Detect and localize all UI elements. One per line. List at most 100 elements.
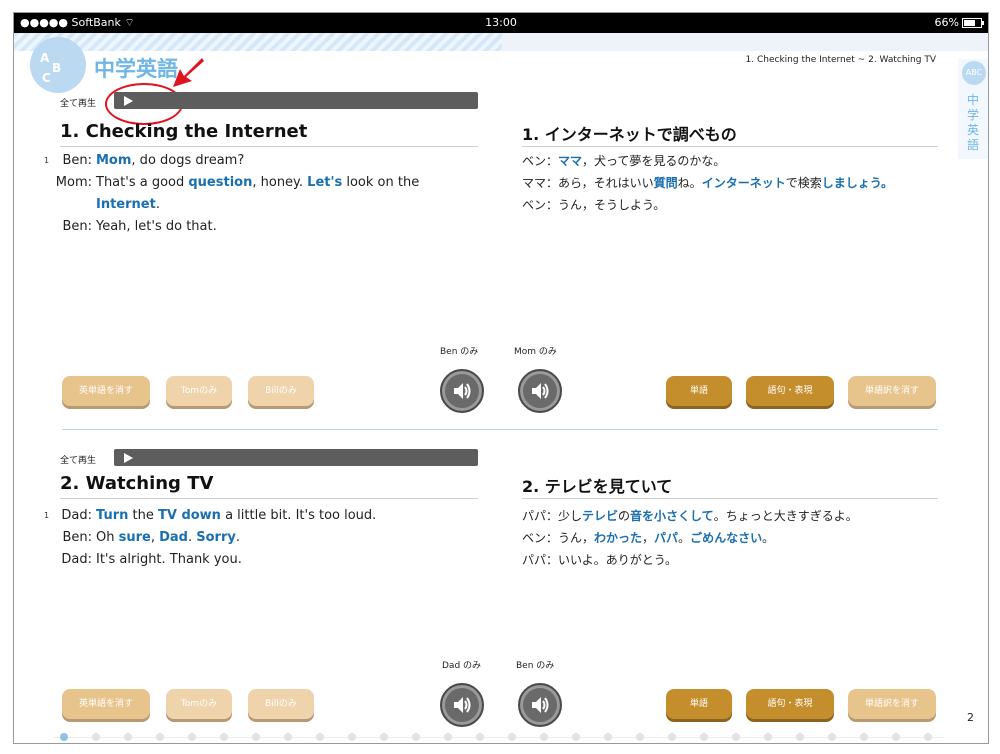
header-stripe: [14, 33, 502, 51]
bill-only-button[interactable]: Billのみ: [248, 689, 314, 719]
section-title-en-1: 1. Checking the Internet: [60, 121, 308, 142]
phrases-button[interactable]: 語句・表現: [746, 689, 834, 719]
text-run: ベン：うん，そうしよう。: [522, 198, 666, 212]
page-thumb[interactable]: [252, 733, 260, 741]
dialogue-en-1: Ben: Mom, do dogs dream? Mom: That's a good…: [48, 150, 478, 240]
tom-only-button[interactable]: Tomのみ: [166, 376, 232, 406]
hide-english-words-button[interactable]: 英単語を消す: [62, 689, 150, 719]
page-thumb[interactable]: [860, 733, 868, 741]
text-run: That's a good: [96, 175, 189, 190]
section-title-jp-1: 1. インターネットで調べもの: [522, 125, 737, 144]
play-all-bar-2[interactable]: [114, 449, 478, 466]
page-thumb[interactable]: [892, 733, 900, 741]
bill-only-button[interactable]: Billのみ: [248, 376, 314, 406]
text-run: .: [187, 530, 197, 545]
page-thumb[interactable]: [476, 733, 484, 741]
translation-line: パパ：少しテレビの音を小さくして。ちょっと大きすぎるよ。: [522, 505, 952, 527]
logo-letter-b: B: [52, 61, 62, 75]
hide-english-words-button[interactable]: 英単語を消す: [62, 376, 150, 406]
highlighted-term[interactable]: Mom: [96, 153, 131, 168]
highlighted-term[interactable]: ごめんなさい: [690, 531, 762, 545]
speaker-name: Ben:: [62, 219, 92, 234]
page-thumb[interactable]: [188, 733, 196, 741]
highlighted-term[interactable]: Internet: [96, 197, 156, 212]
page-thumb[interactable]: [380, 733, 388, 741]
dialogue-jp-2: パパ：少しテレビの音を小さくして。ちょっと大きすぎるよ。 ベン：うん，わかった，パ…: [522, 505, 952, 571]
page-thumb[interactable]: [156, 733, 164, 741]
highlighted-term[interactable]: sure: [119, 530, 151, 545]
page-thumb[interactable]: [604, 733, 612, 741]
page-thumb[interactable]: [796, 733, 804, 741]
speaker-button-2a[interactable]: [440, 683, 484, 727]
speaker-icon: [454, 697, 471, 713]
page-thumb[interactable]: [636, 733, 644, 741]
play-all-bar-1[interactable]: [114, 92, 478, 109]
text-run: 。: [678, 531, 691, 545]
highlighted-term[interactable]: 質問: [654, 176, 678, 190]
page-thumb[interactable]: [668, 733, 676, 741]
section-divider: [62, 429, 938, 430]
logo-letter-c: C: [42, 71, 51, 85]
hide-translation-button[interactable]: 単語訳を消す: [848, 376, 936, 406]
translation-line: ベン：うん，わかった，パパ。ごめんなさい。: [522, 527, 952, 549]
dialogue-line: It's alright. Thank you.: [96, 549, 456, 571]
play-icon: [124, 453, 133, 463]
text-run: the: [128, 508, 158, 523]
speaker-button-2b[interactable]: [518, 683, 562, 727]
speaker-name: Ben:: [62, 153, 92, 168]
text-run: ，: [642, 531, 655, 545]
page-thumb[interactable]: [924, 733, 932, 741]
highlighted-term[interactable]: 音を小さくして: [630, 509, 714, 523]
highlighted-term[interactable]: question: [188, 175, 252, 190]
page-thumb[interactable]: [284, 733, 292, 741]
highlighted-term[interactable]: テレビ: [582, 509, 618, 523]
page-thumb[interactable]: [60, 733, 68, 741]
page-thumb[interactable]: [828, 733, 836, 741]
highlighted-term[interactable]: TV down: [158, 508, 221, 523]
page-thumb[interactable]: [540, 733, 548, 741]
page-thumb[interactable]: [124, 733, 132, 741]
dialogue-line: Yeah, let's do that.: [96, 216, 456, 238]
side-tab-label: 中学英語: [967, 93, 980, 152]
text-run: .: [155, 197, 160, 212]
side-tab-junior-english[interactable]: ABC 中学英語: [958, 59, 988, 159]
highlighted-term[interactable]: Turn: [96, 508, 128, 523]
page-thumb[interactable]: [220, 733, 228, 741]
tom-only-button[interactable]: Tomのみ: [166, 689, 232, 719]
speaker-button-1a[interactable]: [440, 369, 484, 413]
page-thumb[interactable]: [572, 733, 580, 741]
words-button[interactable]: 単語: [666, 376, 732, 406]
page-thumb[interactable]: [348, 733, 356, 741]
highlighted-term[interactable]: Sorry: [196, 530, 236, 545]
highlighted-term[interactable]: パパ: [654, 531, 678, 545]
highlighted-term[interactable]: わかった: [594, 531, 642, 545]
page-thumb[interactable]: [508, 733, 516, 741]
page-thumb[interactable]: [412, 733, 420, 741]
page-thumb[interactable]: [764, 733, 772, 741]
highlighted-term[interactable]: ママ: [558, 154, 582, 168]
translation-line: パパ：いいよ。ありがとう。: [522, 549, 952, 571]
words-button[interactable]: 単語: [666, 689, 732, 719]
play-icon: [124, 96, 133, 106]
logo-letter-a: A: [40, 51, 50, 65]
dialogue-jp-1: ベン：ママ，犬って夢を見るのかな。 ママ：あら，それはいい質問ね。インターネットで…: [522, 150, 952, 216]
highlighted-term[interactable]: インターネット: [702, 176, 786, 190]
hide-translation-button[interactable]: 単語訳を消す: [848, 689, 936, 719]
text-run: look on the: [342, 175, 420, 190]
page-thumb[interactable]: [444, 733, 452, 741]
page-thumb[interactable]: [700, 733, 708, 741]
play-all-label: 全て再生: [60, 456, 97, 466]
text-run: ベン：うん，: [522, 531, 595, 545]
speaker-button-1b[interactable]: [518, 369, 562, 413]
title-rule: [60, 498, 478, 499]
highlighted-term[interactable]: しましょう。: [822, 176, 893, 190]
phrases-button[interactable]: 語句・表現: [746, 376, 834, 406]
highlighted-term[interactable]: Let's: [307, 175, 342, 190]
page-thumb[interactable]: [732, 733, 740, 741]
page-thumb[interactable]: [92, 733, 100, 741]
text-run: ね。: [677, 176, 702, 190]
dialogue-line: Mom, do dogs dream?: [96, 150, 456, 172]
text-run: パパ：少し: [522, 509, 583, 523]
page-thumb[interactable]: [316, 733, 324, 741]
highlighted-term[interactable]: Dad: [159, 530, 188, 545]
